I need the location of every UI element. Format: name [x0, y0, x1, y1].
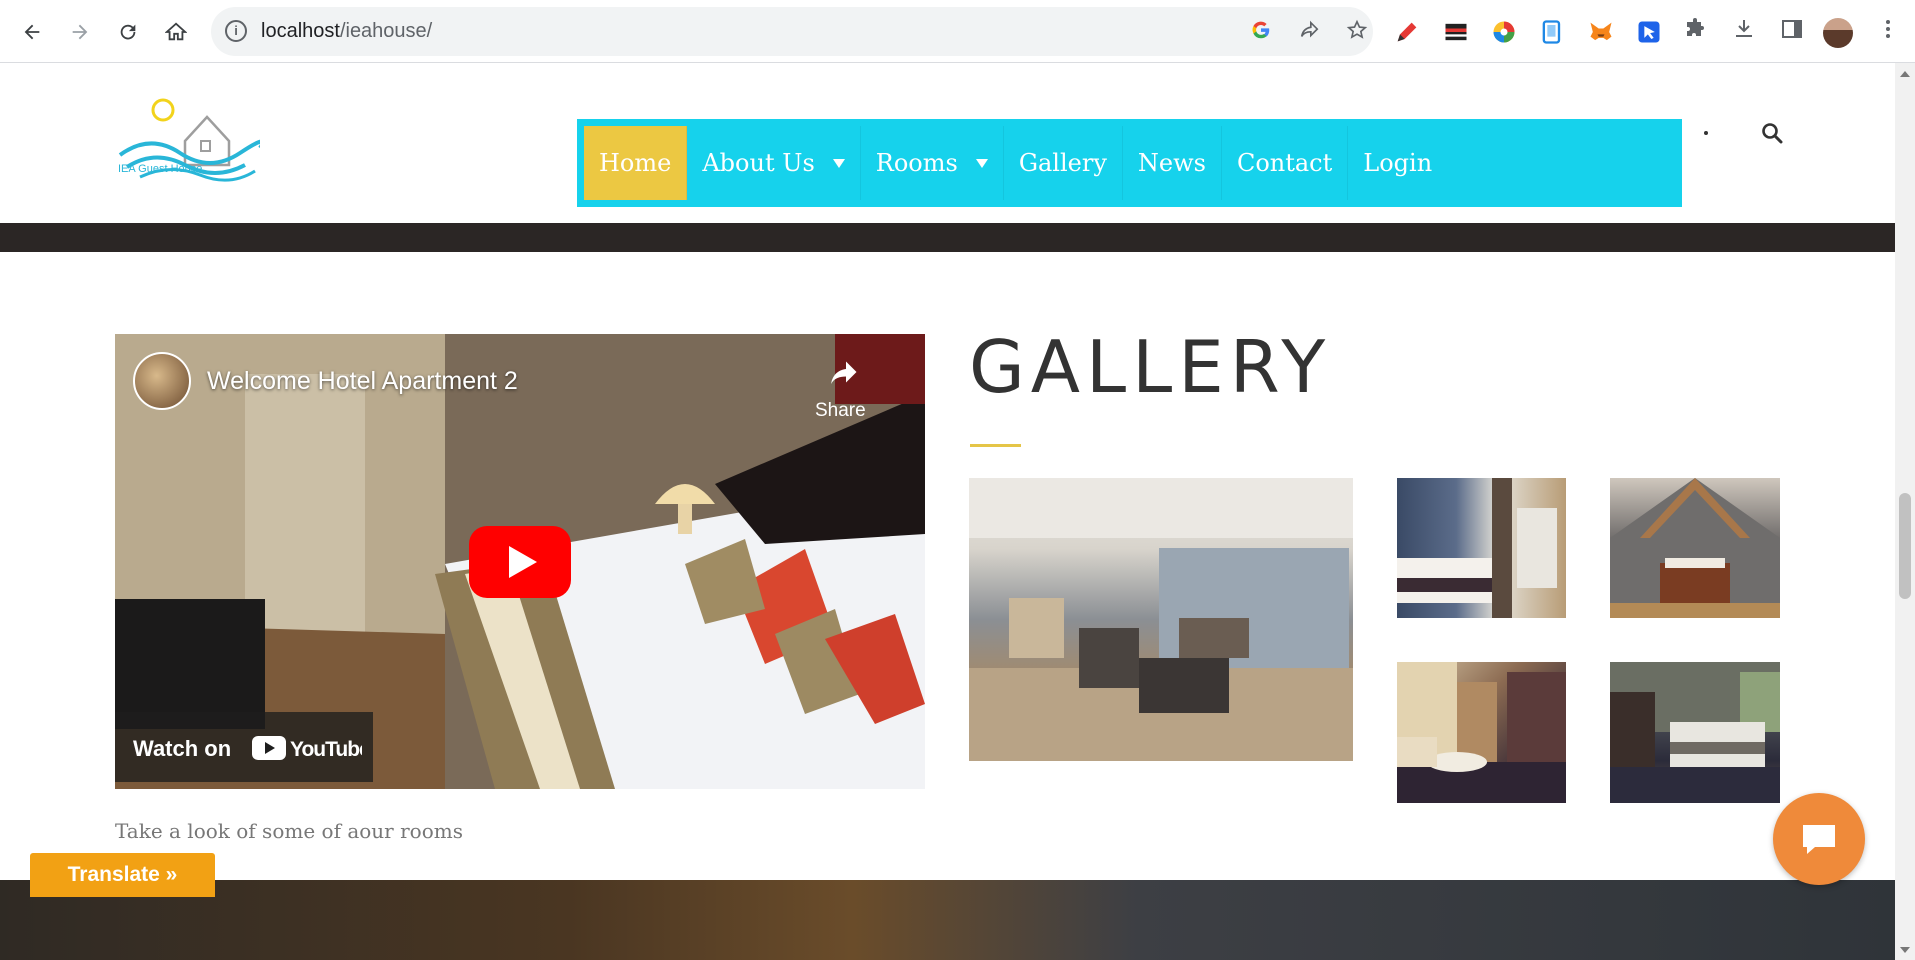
menu-item-rooms[interactable]: Rooms [861, 126, 1004, 200]
google-lens-icon[interactable] [1248, 19, 1274, 45]
menu-item-login[interactable]: Login [1348, 126, 1447, 200]
dropdown-caret-icon [832, 158, 845, 168]
youtube-logo-icon: YouTube [252, 734, 371, 762]
url-text[interactable]: localhost/ieahouse/ [261, 20, 432, 43]
heading-underline [970, 444, 1021, 447]
scroll-down-icon[interactable] [1900, 947, 1910, 953]
dropdown-caret-icon [975, 158, 988, 168]
pen-extension-icon[interactable] [1393, 18, 1421, 46]
share-page-icon[interactable] [1296, 19, 1322, 45]
site-header: IEA Guest House Home About Us Rooms Gall… [0, 63, 1895, 223]
home-button[interactable] [161, 17, 191, 47]
gallery-image-bedroom-1[interactable] [1397, 478, 1566, 618]
next-section-background [0, 880, 1895, 960]
main-menu: Home About Us Rooms Gallery News Contact… [577, 119, 1682, 207]
site-info-icon[interactable]: i [225, 20, 247, 42]
browser-toolbar: i localhost/ieahouse/ [0, 0, 1915, 63]
play-button-icon[interactable] [469, 526, 571, 598]
watch-on-youtube-button[interactable]: Watch on YouTube [115, 712, 373, 782]
share-icon[interactable] [825, 354, 861, 390]
side-panel-icon[interactable] [1777, 17, 1807, 47]
share-label[interactable]: Share [815, 400, 866, 422]
download-icon[interactable] [1729, 17, 1759, 47]
back-arrow-icon [24, 24, 40, 40]
chat-bubble-icon [1803, 825, 1835, 854]
gallery-image-suite-living[interactable] [1397, 662, 1566, 803]
reload-icon [120, 24, 136, 40]
chat-widget-button[interactable] [1773, 793, 1865, 885]
cursor-extension-icon[interactable] [1635, 18, 1663, 46]
watch-on-label: Watch on [133, 736, 232, 761]
browser-menu-icon[interactable] [1873, 17, 1903, 47]
forward-arrow-icon [72, 24, 88, 40]
reload-button[interactable] [113, 17, 143, 47]
scroll-up-icon[interactable] [1900, 71, 1910, 77]
gallery-heading: GALLERY [969, 325, 1332, 409]
translate-button[interactable]: Translate » [30, 853, 215, 897]
device-extension-icon[interactable] [1538, 18, 1566, 46]
gallery-image-attic-bedroom[interactable] [1610, 478, 1780, 618]
menu-item-contact[interactable]: Contact [1222, 126, 1349, 200]
hero-bottom-strip [0, 223, 1895, 252]
gallery-image-lounge[interactable] [969, 478, 1353, 761]
back-button[interactable] [17, 17, 47, 47]
video-embed[interactable]: Welcome Hotel Apartment 2 Share Watch on… [115, 334, 925, 789]
extensions-puzzle-icon[interactable] [1680, 17, 1710, 47]
page-viewport: IEA Guest House Home About Us Rooms Gall… [0, 63, 1895, 960]
gallery-image-bedroom-2[interactable] [1610, 662, 1780, 803]
video-title[interactable]: Welcome Hotel Apartment 2 [207, 367, 518, 396]
home-icon [165, 22, 187, 41]
gallery-caption: Take a look of some of aour rooms [115, 819, 463, 843]
profile-avatar[interactable] [1823, 18, 1853, 48]
channel-avatar[interactable] [133, 352, 191, 410]
logo-text: IEA Guest House [118, 163, 203, 175]
metamask-fox-icon[interactable] [1587, 18, 1615, 46]
menu-item-gallery[interactable]: Gallery [1004, 126, 1123, 200]
address-bar[interactable]: i localhost/ieahouse/ [211, 7, 1373, 56]
menu-dot [1704, 131, 1708, 135]
forward-button[interactable] [65, 17, 95, 47]
scrollbar-thumb[interactable] [1899, 493, 1911, 599]
svg-text:YouTube: YouTube [290, 738, 362, 761]
menu-item-home[interactable]: Home [584, 126, 688, 200]
ruler-extension-icon[interactable] [1442, 18, 1470, 46]
menu-item-news[interactable]: News [1123, 126, 1222, 200]
color-picker-extension-icon[interactable] [1490, 18, 1518, 46]
bookmark-star-icon[interactable] [1344, 19, 1370, 45]
menu-item-about-us[interactable]: About Us [687, 126, 861, 200]
search-icon[interactable] [1760, 121, 1784, 145]
page-scrollbar[interactable] [1895, 63, 1915, 960]
